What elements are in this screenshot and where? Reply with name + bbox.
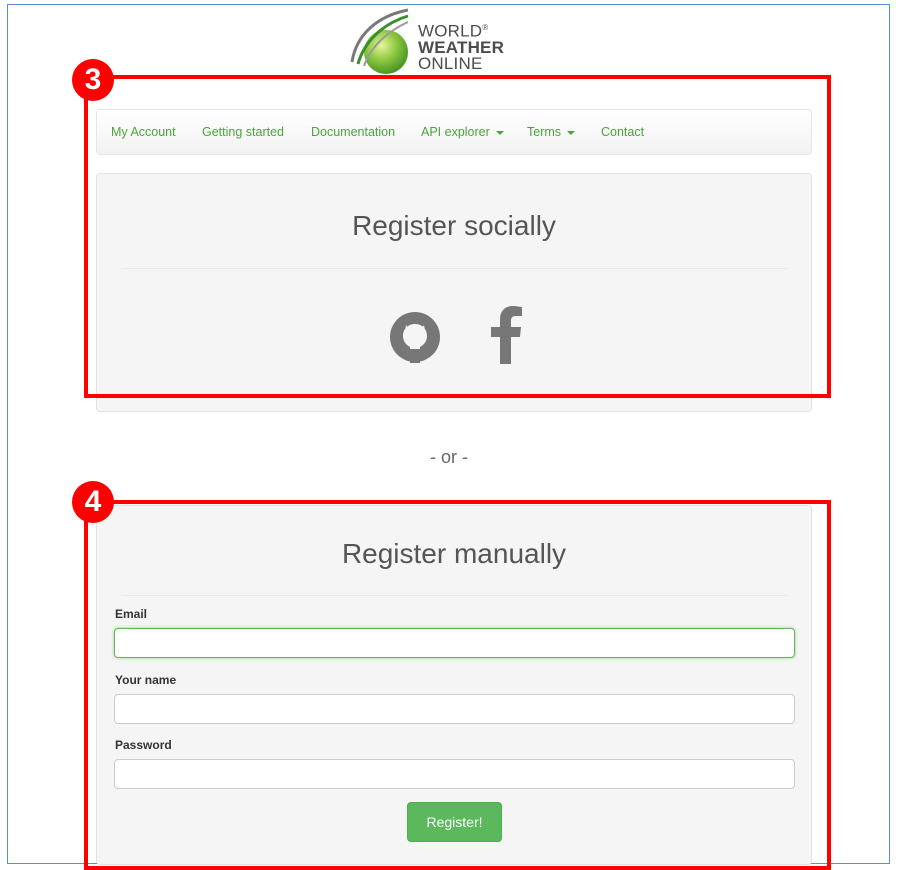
registered-mark: ®	[482, 23, 489, 32]
annotation-badge-4: 4	[72, 481, 114, 523]
logo-wordmark: WORLD® WEATHER ONLINE	[418, 20, 504, 72]
annotation-badge-3: 3	[72, 59, 114, 101]
globe-logo-icon	[350, 8, 409, 74]
logo-line-online: ONLINE	[418, 53, 483, 73]
or-separator: - or -	[430, 447, 468, 467]
annotation-box-manual	[84, 500, 831, 870]
world-weather-online-logo[interactable]: WORLD® WEATHER ONLINE	[342, 6, 542, 76]
annotation-box-social	[84, 75, 831, 398]
